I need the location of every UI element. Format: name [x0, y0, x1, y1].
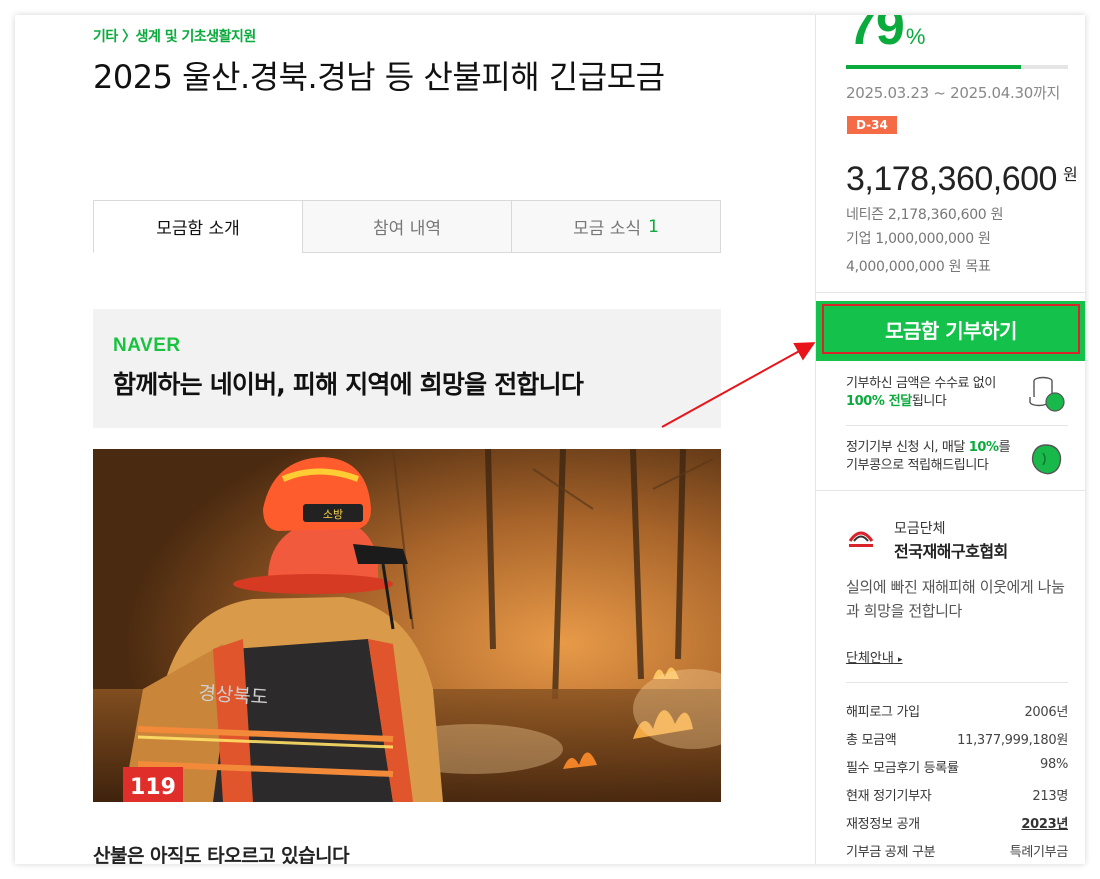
tab-participation[interactable]: 참여 내역: [302, 200, 512, 253]
progress-percent-unit: %: [905, 24, 926, 49]
stat-value: 98%: [1040, 757, 1068, 772]
stat-label: 필수 모금후기 등록률: [846, 761, 959, 776]
stat-row: 필수 모금후기 등록률 98%: [846, 757, 1068, 785]
info-no-fee-line1: 기부하신 금액은 수수료 없이: [846, 376, 996, 391]
stat-value: 213명: [1032, 789, 1068, 804]
main-content: 기타 〉생계 및 기초생활지원 2025 울산.경북.경남 등 산불피해 긴급모…: [93, 15, 721, 864]
org-name[interactable]: 전국재해구호협회: [894, 538, 1008, 562]
stat-row: 현재 정기기부자 213명: [846, 785, 1068, 813]
section-heading: 산불은 아직도 타오르고 있습니다: [93, 845, 350, 864]
info-regular-line1: 정기기부 신청 시, 매달 10%를: [846, 439, 1011, 457]
org-description: 실의에 빠진 재해피해 이웃에게 나눔과 희망을 전합니다: [846, 578, 1065, 620]
donate-button-area[interactable]: 모금함 기부하기: [816, 301, 1085, 361]
org-logo-icon: [848, 531, 874, 547]
stat-label: 현재 정기기부자: [846, 789, 932, 804]
total-amount-unit: 원: [1062, 167, 1078, 184]
stat-label: 총 모금액: [846, 733, 897, 748]
netizen-amount: 네티즌 2,178,360,600 원: [846, 207, 1004, 223]
dday-badge: D-34: [847, 116, 897, 134]
info-regular-post: 를: [998, 440, 1011, 455]
org-info-link[interactable]: 단체안내 ▸: [846, 647, 903, 666]
stat-value: 11,377,999,180원: [957, 733, 1068, 748]
tab-news-count: 1: [648, 216, 659, 237]
donation-sidebar: 79% 2025.03.23 ~ 2025.04.30까지 D-34 3,178…: [815, 15, 1085, 864]
tab-intro-label: 모금함 소개: [156, 219, 240, 239]
info-no-fee-rest: 됩니다: [911, 394, 947, 409]
tab-participation-label: 참여 내역: [373, 219, 441, 239]
financial-info-link[interactable]: 2023년: [1021, 813, 1068, 841]
chevron-right-icon: ▸: [897, 655, 903, 665]
helmet-label: 소방: [323, 508, 343, 521]
tab-bar: 모금함 소개 참여 내역 모금 소식 1: [93, 200, 721, 253]
page-frame: 기타 〉생계 및 기초생활지원 2025 울산.경북.경남 등 산불피해 긴급모…: [15, 15, 1085, 864]
stat-row: 해피로그 가입 2006년: [846, 701, 1068, 729]
firefighter-photo: 119 경상북도 소방: [93, 449, 721, 802]
info-no-fee-highlight: 100% 전달: [846, 394, 912, 409]
tab-intro[interactable]: 모금함 소개: [93, 200, 303, 253]
progress-bar: [846, 65, 1068, 69]
tab-news-label: 모금 소식: [573, 219, 642, 239]
divider: [846, 682, 1068, 683]
info-regular-pre: 정기기부 신청 시, 매달: [846, 440, 969, 455]
info-no-fee: 기부하신 금액은 수수료 없이 100% 전달됩니다: [846, 375, 996, 411]
donate-button[interactable]: 모금함 기부하기: [822, 304, 1080, 354]
org-label: 모금단체: [894, 521, 946, 537]
divider: [846, 425, 1068, 426]
divider: [816, 490, 1085, 491]
naver-logo: NAVER: [113, 335, 181, 356]
progress-percent-value: 79: [848, 15, 905, 56]
goal-amount: 4,000,000,000 원 목표: [846, 259, 991, 275]
svg-text:119: 119: [130, 775, 176, 800]
page-title: 2025 울산.경북.경남 등 산불피해 긴급모금: [93, 58, 665, 96]
company-amount: 기업 1,000,000,000 원: [846, 231, 991, 247]
campaign-period: 2025.03.23 ~ 2025.04.30까지: [846, 84, 1060, 102]
stat-row: 기부금 공제 구분 특례기부금: [846, 841, 1068, 864]
info-regular-donation: 정기기부 신청 시, 매달 10%를 기부콩으로 적립해드립니다: [846, 439, 1011, 475]
info-no-fee-line2: 100% 전달됩니다: [846, 393, 996, 411]
naver-banner: NAVER 함께하는 네이버, 피해 지역에 희망을 전합니다: [93, 309, 721, 428]
stat-row: 재정정보 공개 2023년: [846, 813, 1068, 841]
stat-value: 특례기부금: [1009, 845, 1069, 860]
stat-label: 재정정보 공개: [846, 817, 920, 832]
total-amount: 3,178,360,600 원: [846, 160, 1078, 199]
progress-bar-fill: [846, 65, 1022, 69]
divider: [816, 292, 1085, 293]
stat-value: 2006년: [1024, 705, 1068, 720]
tab-news[interactable]: 모금 소식 1: [511, 200, 721, 253]
bean-icon: [1031, 444, 1062, 475]
info-regular-line2: 기부콩으로 적립해드립니다: [846, 458, 989, 473]
coins-icon: [1029, 376, 1065, 412]
progress-percent: 79%: [848, 15, 926, 57]
stat-label: 기부금 공제 구분: [846, 845, 936, 860]
org-info-link-label: 단체안내: [846, 651, 894, 666]
stat-label: 해피로그 가입: [846, 705, 920, 720]
breadcrumb[interactable]: 기타 〉생계 및 기초생활지원: [93, 26, 256, 46]
stat-row: 총 모금액 11,377,999,180원: [846, 729, 1068, 757]
total-amount-value: 3,178,360,600: [846, 160, 1057, 198]
org-stats: 해피로그 가입 2006년 총 모금액 11,377,999,180원 필수 모금후…: [846, 701, 1068, 864]
banner-headline: 함께하는 네이버, 피해 지역에 희망을 전합니다: [113, 370, 584, 399]
info-regular-highlight: 10%: [968, 440, 999, 455]
